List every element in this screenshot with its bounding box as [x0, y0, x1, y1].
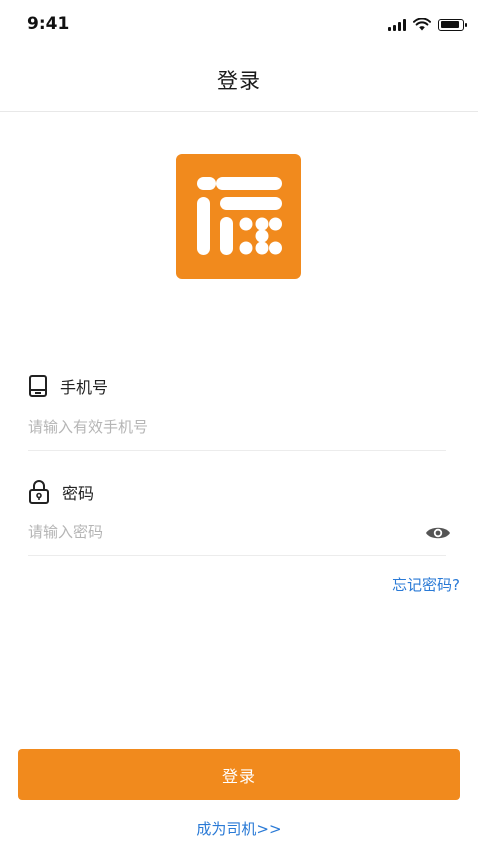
phone-input[interactable]: [28, 412, 446, 442]
login-screen: 9:41 登录 手机号 请输入有效手机号 密码 忘记密码? 登录 成为司机>>: [0, 0, 478, 850]
page-title: 登录: [217, 68, 261, 93]
phone-divider: [28, 450, 446, 451]
forgot-password-link[interactable]: 忘记密码?: [392, 574, 460, 595]
nav-bar: 登录: [0, 48, 478, 112]
status-icons: [388, 18, 467, 31]
cellular-signal-icon: [388, 18, 406, 31]
login-button[interactable]: 登录: [18, 749, 460, 800]
password-label: 密码: [62, 484, 95, 503]
phone-label-row: 手机号: [28, 374, 108, 398]
app-logo-icon: [176, 154, 301, 279]
eye-icon: [426, 527, 450, 539]
lock-icon: [29, 480, 49, 504]
status-bar: 9:41: [0, 0, 478, 48]
battery-icon: [438, 18, 467, 31]
password-label-row: 密码: [28, 479, 94, 505]
password-input[interactable]: [28, 517, 408, 547]
phone-label: 手机号: [60, 378, 109, 397]
battery-level: [440, 21, 460, 28]
password-divider: [28, 555, 446, 556]
status-time: 9:41: [27, 14, 70, 34]
phone-icon: [29, 375, 47, 397]
show-password-toggle[interactable]: [425, 524, 451, 542]
wifi-icon: [413, 18, 431, 31]
become-driver-link[interactable]: 成为司机>>: [0, 818, 478, 839]
